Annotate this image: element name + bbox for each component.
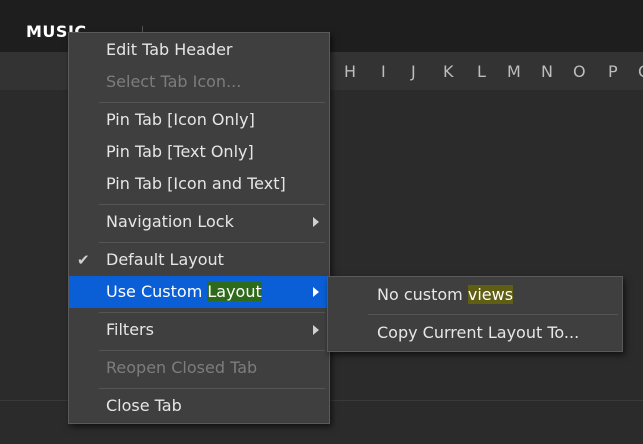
search-highlight-views: views — [467, 285, 514, 304]
menu-item-pin-tab-icon-and-text[interactable]: Pin Tab [Icon and Text] — [69, 168, 329, 200]
menu-item-label: Reopen Closed Tab — [106, 358, 258, 377]
menu-item-label: Navigation Lock — [106, 212, 234, 231]
submenu-separator — [368, 314, 618, 315]
submenu-item-label-prefix: No custom — [377, 285, 468, 304]
menu-item-default-layout[interactable]: ✔ Default Layout — [69, 244, 329, 276]
custom-layout-submenu: No custom views Copy Current Layout To..… — [327, 276, 623, 352]
submenu-item-label: No custom views — [377, 279, 514, 311]
menu-separator — [99, 102, 325, 103]
menu-item-label: Edit Tab Header — [106, 40, 233, 59]
menu-item-label: Use Custom Layout — [106, 276, 262, 308]
menu-item-reopen-closed-tab: Reopen Closed Tab — [69, 352, 329, 384]
alpha-letter-i[interactable]: I — [381, 62, 386, 81]
submenu-item-no-custom-views: No custom views — [328, 279, 622, 311]
menu-separator — [99, 204, 325, 205]
menu-item-label-prefix: Use Custom — [106, 282, 208, 301]
menu-item-pin-tab-icon-only[interactable]: Pin Tab [Icon Only] — [69, 104, 329, 136]
menu-item-label: Select Tab Icon... — [106, 72, 242, 91]
menu-item-label: Default Layout — [106, 250, 224, 269]
submenu-arrow-icon — [313, 325, 319, 335]
menu-item-label: Pin Tab [Icon Only] — [106, 110, 255, 129]
alpha-letter-q[interactable]: Q — [638, 62, 643, 81]
menu-item-close-tab[interactable]: Close Tab — [69, 390, 329, 422]
menu-item-edit-tab-header[interactable]: Edit Tab Header — [69, 34, 329, 66]
menu-item-filters[interactable]: Filters — [69, 314, 329, 346]
menu-item-label: Filters — [106, 320, 154, 339]
menu-item-label: Pin Tab [Text Only] — [106, 142, 254, 161]
menu-item-label: Close Tab — [106, 396, 182, 415]
alpha-letter-h[interactable]: H — [344, 62, 356, 81]
alpha-letter-m[interactable]: M — [507, 62, 521, 81]
alpha-letter-k[interactable]: K — [443, 62, 454, 81]
menu-separator — [99, 242, 325, 243]
alpha-letter-j[interactable]: J — [411, 62, 416, 81]
alpha-letter-n[interactable]: N — [541, 62, 553, 81]
menu-item-use-custom-layout[interactable]: Use Custom Layout — [69, 276, 329, 308]
submenu-item-label: Copy Current Layout To... — [377, 323, 580, 342]
alpha-letter-l[interactable]: L — [477, 62, 486, 81]
submenu-arrow-icon — [313, 217, 319, 227]
submenu-item-copy-current-layout[interactable]: Copy Current Layout To... — [328, 317, 622, 349]
checkmark-icon: ✔ — [77, 251, 90, 269]
menu-item-select-tab-icon: Select Tab Icon... — [69, 66, 329, 98]
alpha-letter-o[interactable]: O — [573, 62, 586, 81]
submenu-arrow-icon — [313, 287, 319, 297]
menu-item-navigation-lock[interactable]: Navigation Lock — [69, 206, 329, 238]
tab-context-menu: Edit Tab Header Select Tab Icon... Pin T… — [68, 32, 330, 424]
menu-separator — [99, 350, 325, 351]
menu-separator — [99, 388, 325, 389]
menu-separator — [99, 312, 325, 313]
search-highlight-layout: Layout — [207, 282, 262, 301]
alpha-letter-p[interactable]: P — [608, 62, 618, 81]
menu-item-pin-tab-text-only[interactable]: Pin Tab [Text Only] — [69, 136, 329, 168]
menu-item-label: Pin Tab [Icon and Text] — [106, 174, 286, 193]
